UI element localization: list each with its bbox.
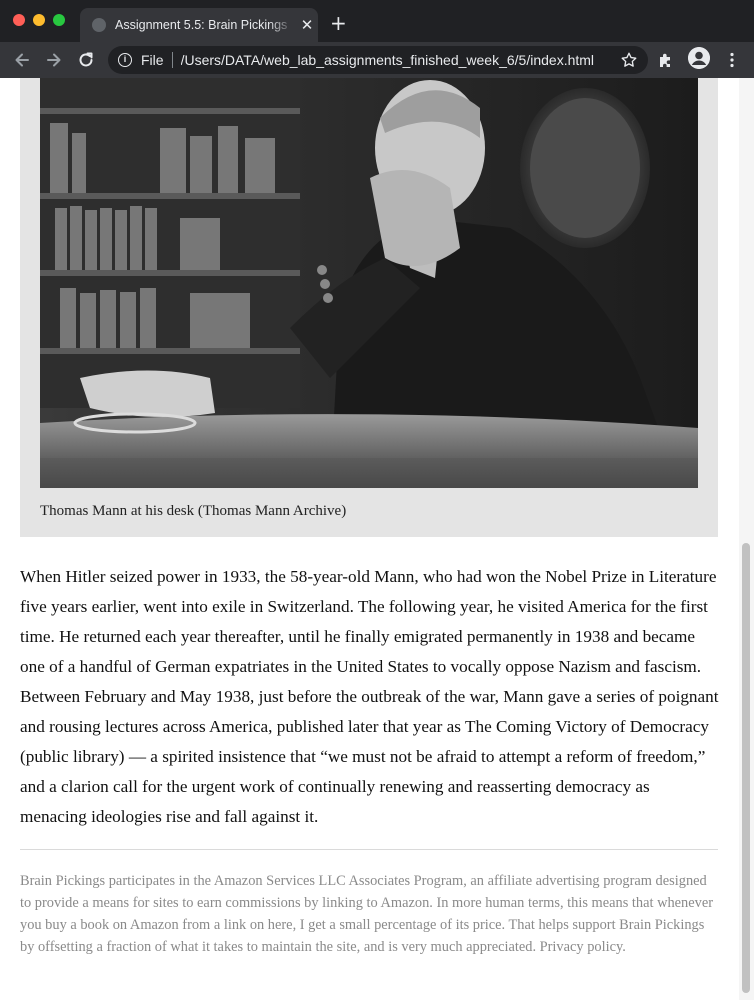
menu-kebab-icon[interactable] xyxy=(722,50,742,70)
extensions-puzzle-icon[interactable] xyxy=(656,50,676,70)
new-tab-button[interactable]: + xyxy=(330,12,347,34)
page-viewport: Thomas Mann at his desk (Thomas Mann Arc… xyxy=(0,78,754,1000)
figure-caption: Thomas Mann at his desk (Thomas Mann Arc… xyxy=(40,503,347,519)
bookmark-star-icon[interactable] xyxy=(620,51,638,69)
affiliate-disclaimer: Brain Pickings participates in the Amazo… xyxy=(20,873,714,955)
url-scheme-label: File xyxy=(141,52,164,68)
profile-avatar-icon[interactable] xyxy=(688,47,710,69)
scrollbar-thumb[interactable] xyxy=(742,543,750,993)
browser-toolbar: i File /Users/DATA/web_lab_assignments_f… xyxy=(0,42,754,78)
url-text[interactable]: /Users/DATA/web_lab_assignments_finished… xyxy=(181,52,606,68)
globe-icon xyxy=(92,18,106,32)
photo-illustration xyxy=(40,78,698,488)
browser-tab-active[interactable]: Assignment 5.5: Brain Pickings ✕ xyxy=(80,8,318,42)
window-minimize-button[interactable] xyxy=(33,14,45,26)
thomas-mann-photo xyxy=(40,78,698,488)
window-zoom-button[interactable] xyxy=(53,14,65,26)
address-bar[interactable]: i File /Users/DATA/web_lab_assignments_f… xyxy=(108,46,648,74)
url-divider xyxy=(171,52,173,68)
browser-tab-bar: Assignment 5.5: Brain Pickings ✕ + xyxy=(0,0,754,42)
tab-title: Assignment 5.5: Brain Pickings xyxy=(115,18,288,32)
tab-close-icon[interactable]: ✕ xyxy=(299,17,315,33)
article-paragraph: When Hitler seized power in 1933, the 58… xyxy=(20,567,719,826)
info-icon[interactable]: i xyxy=(118,53,132,67)
window-close-button[interactable] xyxy=(13,14,25,26)
article-figure: Thomas Mann at his desk (Thomas Mann Arc… xyxy=(20,78,718,537)
footer-divider xyxy=(20,849,718,850)
back-arrow-icon[interactable] xyxy=(12,50,32,70)
forward-arrow-icon[interactable] xyxy=(44,50,64,70)
reload-icon[interactable] xyxy=(76,50,96,70)
